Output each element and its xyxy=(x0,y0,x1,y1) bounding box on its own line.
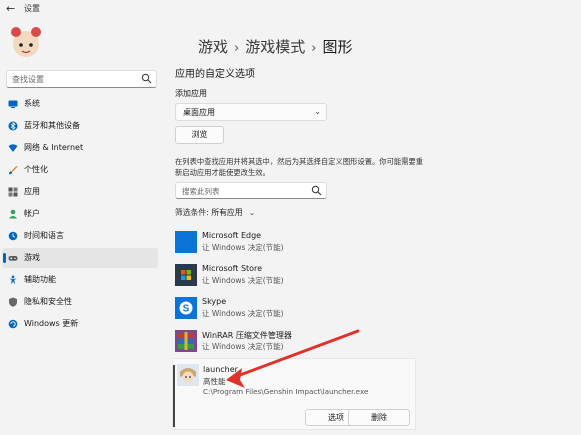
skype-icon: S xyxy=(175,297,197,319)
active-indicator xyxy=(3,253,6,263)
sidebar-item-label: 隐私和安全性 xyxy=(24,297,72,306)
bluetooth-icon xyxy=(8,121,18,131)
shield-icon xyxy=(9,297,17,307)
sidebar-item-gaming[interactable]: 游戏 xyxy=(2,248,158,268)
sidebar-item-windows-update[interactable]: Windows 更新 xyxy=(2,314,158,334)
sidebar-item-time-language[interactable]: 时间和语言 xyxy=(2,226,158,246)
store-icon xyxy=(175,264,197,286)
page-title: 图形 xyxy=(322,38,353,56)
accessibility-icon xyxy=(9,275,17,285)
filter-label: 筛选条件: xyxy=(175,208,209,217)
monitor-icon xyxy=(8,100,18,108)
search-icon[interactable] xyxy=(311,185,322,196)
sidebar-item-label: 网络 & Internet xyxy=(24,143,84,152)
browse-button[interactable]: 浏览 xyxy=(175,126,224,144)
sidebar-search-placeholder: 查找设置 xyxy=(12,75,44,84)
chevron-down-icon: ⌄ xyxy=(314,107,321,116)
sidebar-item-label: 辅助功能 xyxy=(24,275,56,284)
wifi-icon xyxy=(8,144,18,152)
add-app-label: 添加应用 xyxy=(175,89,207,98)
app-list-item[interactable]: S Skype 让 Windows 决定(节能) xyxy=(172,295,416,327)
person-icon xyxy=(9,209,17,219)
avatar[interactable] xyxy=(6,22,46,62)
section-title: 应用的自定义选项 xyxy=(175,69,255,80)
apps-icon xyxy=(8,187,18,197)
sidebar-item-label: Windows 更新 xyxy=(24,319,79,328)
gamepad-icon xyxy=(8,256,18,261)
app-setting: 让 Windows 决定(节能) xyxy=(202,243,284,252)
sidebar-item-privacy[interactable]: 隐私和安全性 xyxy=(2,292,158,312)
app-type-dropdown[interactable]: 桌面应用 ⌄ xyxy=(175,103,327,121)
app-name: Microsoft Edge xyxy=(202,231,262,240)
back-button[interactable]: ← xyxy=(6,2,15,15)
delete-button[interactable]: 删除 xyxy=(348,409,410,426)
app-name: WinRAR 压缩文件管理器 xyxy=(202,331,292,340)
app-setting: 让 Windows 决定(节能) xyxy=(202,309,284,318)
sidebar-search-field[interactable]: 查找设置 xyxy=(6,70,157,88)
selection-indicator xyxy=(173,365,175,427)
sidebar-item-network[interactable]: 网络 & Internet xyxy=(2,138,158,158)
app-path: C:\Program Files\Genshin Impact\launcher… xyxy=(203,387,369,396)
filter-value: 所有应用 xyxy=(211,208,243,217)
app-setting: 让 Windows 决定(节能) xyxy=(202,342,284,351)
app-list-item[interactable]: Microsoft Edge 让 Windows 决定(节能) xyxy=(172,229,416,261)
dropdown-value: 桌面应用 xyxy=(183,108,215,117)
breadcrumb-gaming-link[interactable]: 游戏 xyxy=(198,38,228,56)
winrar-icon xyxy=(175,330,197,352)
update-icon xyxy=(8,319,18,329)
app-list-item[interactable]: WinRAR 压缩文件管理器 让 Windows 决定(节能) xyxy=(172,328,416,360)
chevron-down-icon: ⌄ xyxy=(248,209,255,217)
brush-icon xyxy=(9,165,18,175)
app-name: Microsoft Store xyxy=(202,264,263,273)
app-list-item-expanded[interactable]: launcher 高性能 C:\Program Files\Genshin Im… xyxy=(172,358,416,430)
svg-text:S: S xyxy=(183,304,190,315)
sidebar-item-system[interactable]: 系统 xyxy=(2,94,158,114)
search-icon[interactable] xyxy=(141,73,152,84)
sidebar-item-label: 个性化 xyxy=(24,165,48,174)
edge-icon xyxy=(175,231,197,253)
app-list-item[interactable]: Microsoft Store 让 Windows 决定(节能) xyxy=(172,262,416,294)
window-title: 设置 xyxy=(24,4,40,13)
filter-dropdown[interactable]: 筛选条件: 所有应用 ⌄ xyxy=(175,207,255,218)
sidebar-item-accounts[interactable]: 帐户 xyxy=(2,204,158,224)
app-name: Skype xyxy=(202,297,227,306)
breadcrumb-separator: › xyxy=(311,41,317,56)
sidebar-item-label: 帐户 xyxy=(24,209,40,218)
sidebar-item-accessibility[interactable]: 辅助功能 xyxy=(2,270,158,290)
launcher-icon xyxy=(177,364,199,386)
sidebar-item-bluetooth[interactable]: 蓝牙和其他设备 xyxy=(2,116,158,136)
sidebar-item-label: 系统 xyxy=(24,99,40,108)
title-bar: ← 设置 xyxy=(0,0,581,18)
sidebar-item-label: 应用 xyxy=(24,187,40,196)
app-name: launcher xyxy=(203,365,238,374)
breadcrumb-game-mode-link[interactable]: 游戏模式 xyxy=(245,38,305,56)
sidebar-item-label: 蓝牙和其他设备 xyxy=(24,121,80,130)
instructions-text: 在列表中查找应用并将其选中，然后为其选择自定义图形设置。你可能需要重新启动应用才… xyxy=(175,157,424,177)
sidebar-item-label: 时间和语言 xyxy=(24,231,64,240)
breadcrumb: 游戏 › 游戏模式 › 图形 xyxy=(198,36,352,57)
list-search-placeholder: 搜索此列表 xyxy=(182,187,220,196)
sidebar-item-apps[interactable]: 应用 xyxy=(2,182,158,202)
app-setting: 让 Windows 决定(节能) xyxy=(202,276,284,285)
breadcrumb-separator: › xyxy=(234,41,240,56)
clock-globe-icon xyxy=(8,231,18,241)
sidebar-item-personalization[interactable]: 个性化 xyxy=(2,160,158,180)
sidebar-item-label: 游戏 xyxy=(24,253,40,262)
app-setting: 高性能 xyxy=(203,377,226,386)
app-list-search-field[interactable]: 搜索此列表 xyxy=(175,182,327,199)
